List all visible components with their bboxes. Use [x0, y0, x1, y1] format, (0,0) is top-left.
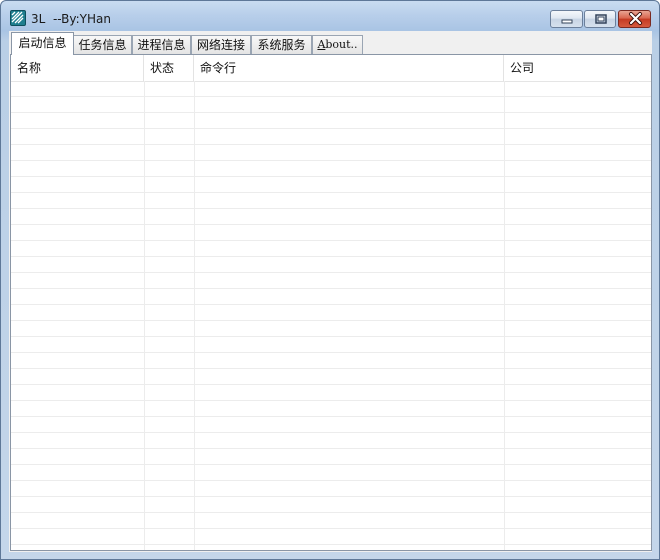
tab-startup-info[interactable]: 启动信息	[11, 32, 74, 55]
minimize-icon	[561, 19, 573, 24]
empty-list-row	[11, 529, 651, 545]
column-header-name[interactable]: 名称	[11, 55, 144, 81]
empty-list-row	[11, 337, 651, 353]
empty-list-row	[11, 193, 651, 209]
empty-list-row	[11, 433, 651, 449]
empty-list-row	[11, 129, 651, 145]
empty-list-row	[11, 385, 651, 401]
empty-list-row	[11, 401, 651, 417]
app-logo-icon	[10, 10, 26, 26]
empty-list-row	[11, 161, 651, 177]
empty-list-row	[11, 497, 651, 513]
empty-list-row	[11, 321, 651, 337]
empty-list-row	[11, 417, 651, 433]
column-header-company[interactable]: 公司	[504, 55, 651, 81]
empty-list-row	[11, 353, 651, 369]
empty-list-row	[11, 209, 651, 225]
client-area: 启动信息 任务信息 进程信息 网络连接 系统服务 About.. 名称 状态 命…	[9, 31, 652, 552]
column-header-status[interactable]: 状态	[144, 55, 194, 81]
empty-list-row	[11, 81, 651, 97]
maximize-button[interactable]	[584, 10, 616, 28]
empty-list-row	[11, 449, 651, 465]
window-title: 3L --By:YHan	[31, 12, 111, 26]
empty-list-row	[11, 257, 651, 273]
main-window: 3L --By:YHan 启动信息 任务信息 进程信息 网络连接 系统服务 Ab…	[0, 0, 660, 560]
tab-task-info[interactable]: 任务信息	[73, 35, 132, 54]
empty-list-row	[11, 113, 651, 129]
tab-strip: 启动信息 任务信息 进程信息 网络连接 系统服务 About..	[9, 31, 652, 55]
tab-process-info[interactable]: 进程信息	[132, 35, 191, 54]
empty-list-row	[11, 513, 651, 529]
empty-list-row	[11, 225, 651, 241]
list-body[interactable]	[11, 81, 651, 550]
empty-list-row	[11, 177, 651, 193]
empty-list-row	[11, 369, 651, 385]
title-bar[interactable]: 3L --By:YHan	[1, 1, 659, 31]
close-button[interactable]	[618, 10, 651, 28]
tab-network-connections[interactable]: 网络连接	[191, 35, 251, 54]
accelerator-letter: A	[317, 38, 326, 51]
startup-info-panel: 名称 状态 命令行 公司	[10, 54, 652, 551]
empty-list-row	[11, 97, 651, 113]
empty-list-row	[11, 465, 651, 481]
tab-system-services[interactable]: 系统服务	[251, 35, 312, 54]
close-icon	[629, 12, 642, 25]
tab-about[interactable]: About..	[312, 35, 363, 54]
minimize-button[interactable]	[550, 10, 583, 28]
empty-list-row	[11, 481, 651, 497]
empty-list-row	[11, 273, 651, 289]
list-header: 名称 状态 命令行 公司	[11, 55, 651, 82]
column-header-command-line[interactable]: 命令行	[194, 55, 504, 81]
empty-list-row	[11, 241, 651, 257]
maximize-icon	[595, 14, 607, 24]
empty-list-row	[11, 305, 651, 321]
empty-list-row	[11, 145, 651, 161]
empty-list-row	[11, 289, 651, 305]
